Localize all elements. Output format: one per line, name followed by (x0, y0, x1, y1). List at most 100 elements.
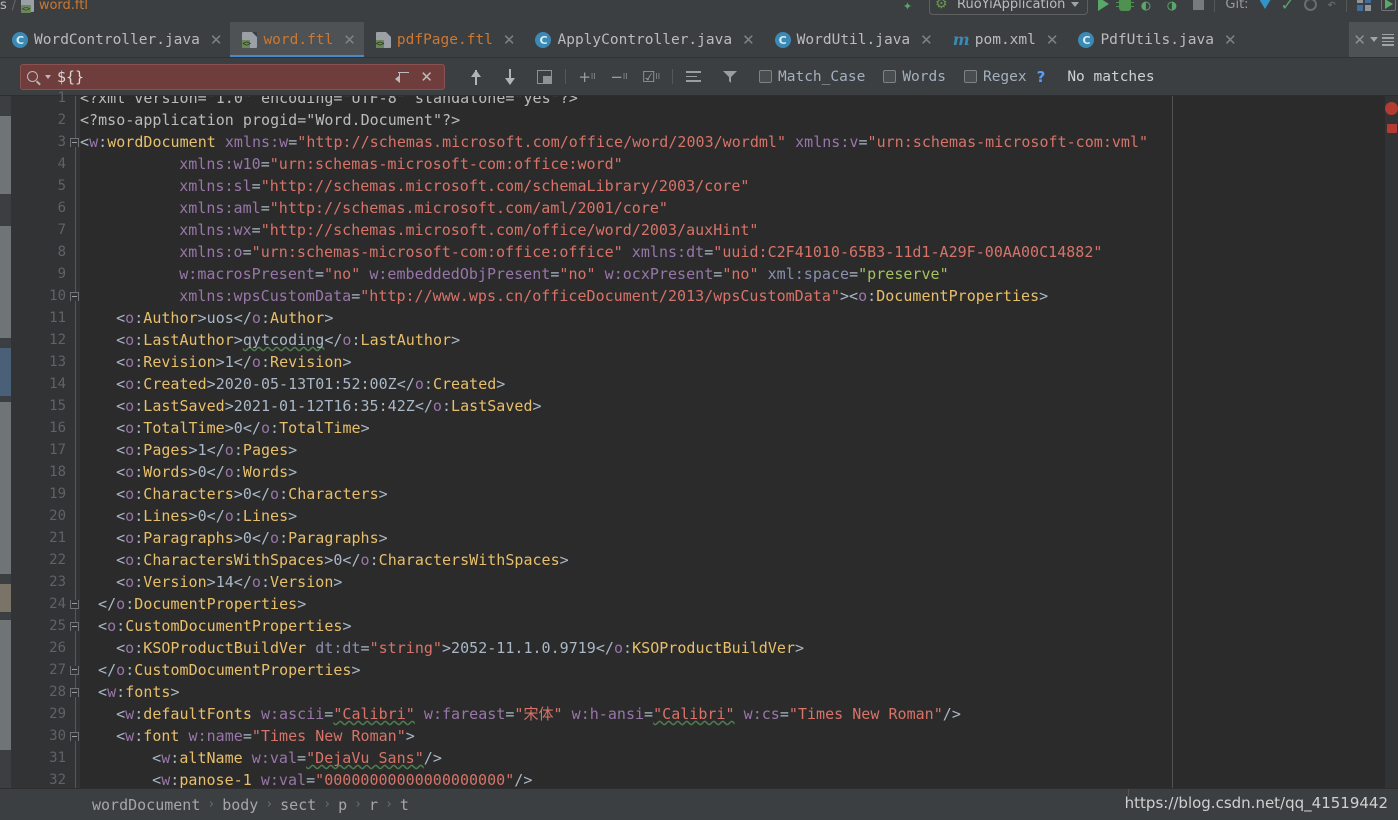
code-line[interactable]: <o:LastAuthor>qytcoding</o:LastAuthor> (116, 329, 460, 351)
close-tab-icon[interactable]: ✕ (1224, 31, 1237, 49)
close-tab-icon[interactable]: ✕ (343, 31, 356, 49)
debug-icon[interactable] (1116, 0, 1135, 11)
fold-toggle-icon[interactable] (69, 615, 80, 637)
layout-icon[interactable] (1357, 0, 1371, 11)
wrench-icon[interactable]: ✦ (903, 0, 919, 14)
code-line[interactable]: <?xml version="1.0" encoding="UTF-8" sta… (80, 96, 578, 109)
code-line[interactable]: xmlns:sl="http://schemas.microsoft.com/s… (179, 175, 749, 197)
code-line[interactable]: <o:LastSaved>2021-01-12T16:35:42Z</o:Las… (116, 395, 542, 417)
code-line[interactable]: <w:defaultFonts w:ascii="Calibri" w:fare… (116, 703, 961, 725)
find-previous-button[interactable] (465, 66, 487, 88)
line-number-gutter[interactable]: 1 2 3 4 5 6 7 8 9 10 11 12 13 14 15 16 17 18 19 20 21 22 23 24 2… (11, 90, 80, 788)
code-line[interactable]: <o:CustomDocumentProperties> (98, 615, 351, 637)
run-icon[interactable] (1098, 0, 1110, 11)
path-segment-file[interactable]: word.ftl (39, 0, 88, 13)
vcs-rollback-icon[interactable]: ↶ (1327, 0, 1336, 13)
stop-icon[interactable] (1193, 0, 1205, 10)
editor-tab-pdfpage-ftl[interactable]: pdfPage.ftl ✕ (364, 22, 524, 57)
checkbox-regex[interactable]: Regex (963, 69, 1027, 85)
code-line[interactable]: <o:Lines>0</o:Lines> (116, 505, 297, 527)
code-line[interactable]: </o:DocumentProperties> (98, 593, 306, 615)
code-line[interactable]: <o:Revision>1</o:Revision> (116, 351, 351, 373)
fold-toggle-icon[interactable] (69, 681, 80, 703)
error-marker[interactable] (1387, 124, 1397, 133)
code-line[interactable]: <o:Pages>1</o:Pages> (116, 439, 297, 461)
code-content[interactable]: <?xml version="1.0" encoding="UTF-8" sta… (80, 96, 1374, 788)
checkbox-words[interactable]: Words (883, 69, 946, 85)
close-tab-icon[interactable]: ✕ (503, 31, 516, 49)
filter-button[interactable] (719, 66, 741, 88)
code-line[interactable]: <o:Version>14</o:Version> (116, 571, 342, 593)
code-line[interactable]: <o:Author>uos</o:Author> (116, 307, 333, 329)
tab-list-icon[interactable] (1382, 33, 1394, 46)
close-tab-icon[interactable]: ✕ (1353, 31, 1366, 49)
preview-icon[interactable] (1381, 0, 1396, 11)
find-next-button[interactable] (499, 66, 521, 88)
breadcrumb-item[interactable]: p (338, 796, 347, 814)
close-tab-icon[interactable]: ✕ (920, 31, 933, 49)
code-line[interactable]: <w:altName w:val="DejaVu Sans"/> (152, 747, 442, 769)
code-line[interactable]: <w:wordDocument xmlns:w="http://schemas.… (80, 131, 1148, 153)
code-line[interactable]: <o:Paragraphs>0</o:Paragraphs> (116, 527, 388, 549)
code-line[interactable]: xmlns:aml="http://schemas.microsoft.com/… (179, 197, 668, 219)
code-line[interactable]: <o:KSOProductBuildVer dt:dt="string">205… (116, 637, 804, 659)
fold-toggle-icon[interactable] (69, 659, 80, 681)
run-with-coverage-icon[interactable]: ◐ (1141, 0, 1157, 14)
fold-toggle-icon[interactable] (69, 725, 80, 747)
editor-tab-pdfutils-java[interactable]: C PdfUtils.java ✕ (1066, 22, 1244, 57)
code-line[interactable]: <?mso-application progid="Word.Document"… (80, 109, 460, 131)
checkbox-box[interactable] (883, 70, 897, 83)
close-tab-icon[interactable]: ✕ (210, 31, 223, 49)
fold-toggle-icon[interactable] (69, 131, 80, 153)
breadcrumb-item[interactable]: r (369, 796, 378, 814)
editor-tab-wordcontroller-java[interactable]: C WordController.java ✕ (0, 22, 230, 57)
tab-list-chevron-icon[interactable] (1370, 37, 1378, 42)
code-line[interactable]: <w:fonts> (98, 681, 180, 703)
breadcrumb-item[interactable]: sect (280, 796, 316, 814)
in-selection-button[interactable] (683, 66, 705, 88)
search-input[interactable]: ${} ✕ (20, 63, 445, 90)
editor-tab-wordutil-java[interactable]: C WordUtil.java ✕ (763, 22, 941, 57)
code-line[interactable]: xmlns:w10="urn:schemas-microsoft-com:off… (179, 153, 623, 175)
code-line[interactable]: <w:panose-1 w:val="00000000000000000000"… (152, 769, 532, 788)
code-line[interactable]: <o:Created>2020-05-13T01:52:00Z</o:Creat… (116, 373, 505, 395)
remove-selection-button[interactable]: − II (608, 66, 630, 88)
code-line[interactable]: <w:font w:name="Times New Roman"> (116, 725, 415, 747)
profile-icon[interactable]: ◑ (1167, 0, 1183, 14)
select-all-occurrences-button[interactable] (533, 66, 555, 88)
editor-tab-pom-xml[interactable]: m pom.xml ✕ (941, 22, 1067, 57)
search-newline-icon[interactable] (395, 71, 410, 83)
breadcrumb-item[interactable]: t (400, 796, 409, 814)
error-marker[interactable] (1385, 102, 1398, 115)
vcs-commit-icon[interactable]: ✓ (1281, 0, 1294, 14)
error-stripe[interactable] (1385, 96, 1398, 788)
add-selection-button[interactable]: + II (576, 66, 598, 88)
search-history-chevron-icon[interactable] (45, 74, 51, 79)
code-line[interactable]: <o:Characters>0</o:Characters> (116, 483, 388, 505)
breadcrumb-item[interactable]: body (222, 796, 258, 814)
checkbox-box[interactable] (759, 70, 772, 83)
breadcrumb-item[interactable]: wordDocument (92, 796, 200, 814)
code-line[interactable]: <o:Words>0</o:Words> (116, 461, 297, 483)
search-input-value[interactable]: ${} (57, 68, 389, 86)
editor-tab-word-ftl[interactable]: word.ftl ✕ (230, 22, 365, 57)
code-line[interactable]: </o:CustomDocumentProperties> (98, 659, 361, 681)
code-editor[interactable]: 1 2 3 4 5 6 7 8 9 10 11 12 13 14 15 16 17 18 19 20 21 22 23 24 2… (0, 90, 1398, 788)
close-tab-icon[interactable]: ✕ (1046, 31, 1059, 49)
left-marker-strip[interactable] (0, 96, 11, 788)
checkbox-match-case[interactable]: Match_Case (759, 69, 865, 85)
vcs-history-icon[interactable] (1303, 0, 1317, 11)
path-segment-project[interactable]: s (0, 0, 7, 13)
fold-toggle-icon[interactable] (69, 593, 80, 615)
code-line[interactable]: xmlns:wx="http://schemas.microsoft.com/o… (179, 219, 758, 241)
code-line[interactable]: <o:TotalTime>0</o:TotalTime> (116, 417, 370, 439)
close-tab-icon[interactable]: ✕ (742, 31, 755, 49)
select-all-button[interactable]: ☑ II (640, 66, 662, 88)
clear-search-icon[interactable]: ✕ (415, 68, 438, 86)
code-line[interactable]: xmlns:wpsCustomData="http://www.wps.cn/o… (179, 285, 1048, 307)
vcs-update-icon[interactable] (1258, 0, 1271, 9)
find-help-icon[interactable]: ? (1037, 68, 1046, 86)
run-configuration-selector[interactable]: ⚙ RuoYiApplication (929, 0, 1089, 15)
code-line[interactable]: <o:CharactersWithSpaces>0</o:CharactersW… (116, 549, 569, 571)
checkbox-box[interactable] (963, 70, 977, 83)
